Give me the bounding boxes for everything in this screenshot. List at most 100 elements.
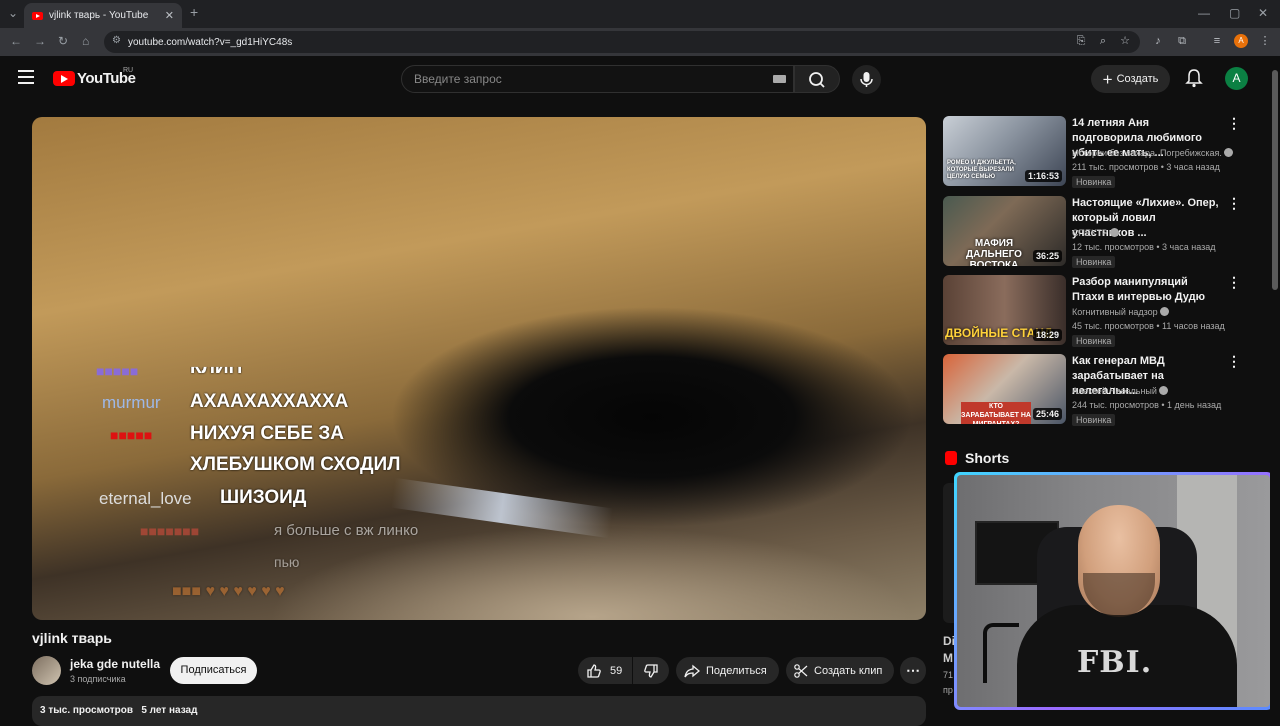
create-button[interactable]: + Создать: [1091, 65, 1170, 93]
video-thumbnail[interactable]: МАФИЯ ДАЛЬНЕГО ВОСТОКА 36:25: [943, 196, 1066, 266]
recommendation-meta: 45 тыс. просмотров • 11 часов назад: [1072, 321, 1225, 331]
thumbs-down-icon: [644, 663, 658, 678]
recommendation-item[interactable]: МАФИЯ ДАЛЬНЕГО ВОСТОКА 36:25 Настоящие «…: [943, 196, 1243, 268]
tab-title: vjlink тварь - YouTube: [49, 10, 149, 21]
shorts-peek-text: пр: [943, 685, 953, 695]
view-count: 3 тыс. просмотров: [40, 705, 133, 716]
site-info-icon[interactable]: ⚙: [112, 35, 121, 46]
reload-icon[interactable]: ↻: [58, 34, 68, 48]
light-streak: [390, 477, 614, 539]
recommendation-meta: 211 тыс. просмотров • 3 часа назад: [1072, 162, 1220, 172]
recommendation-item[interactable]: КТО ЗАРАБАТЫВАЕТ НА МИГРАНТАХ? 25:46 Как…: [943, 354, 1243, 426]
more-options-icon[interactable]: ⋮: [1227, 275, 1241, 289]
chat-message: НИХУЯ СЕБЕ ЗА: [190, 423, 344, 444]
close-window-icon[interactable]: ✕: [1258, 6, 1268, 20]
dislike-button[interactable]: [633, 657, 669, 684]
tab-search-icon[interactable]: ⌄: [8, 6, 18, 20]
new-badge: Новинка: [1072, 335, 1116, 347]
user-avatar[interactable]: A: [1225, 67, 1248, 90]
video-player[interactable]: ■■■■■ КЛИП murmur АХААХАХХАХХА ■■■■■ НИХ…: [32, 117, 926, 620]
create-label: Создать: [1116, 73, 1159, 85]
recommendation-title[interactable]: Разбор манипуляций Птахи в интервью Дудю: [1072, 275, 1220, 305]
chat-user: murmur: [102, 393, 161, 412]
keyboard-icon[interactable]: [773, 75, 786, 83]
verified-icon: [1159, 307, 1169, 316]
mic-ext-icon[interactable]: ♪: [1151, 34, 1165, 48]
video-duration: 18:29: [1032, 329, 1062, 341]
search-icon: [809, 72, 825, 88]
shorts-peek-text: 71: [943, 670, 954, 680]
more-options-icon[interactable]: ⋮: [1227, 116, 1241, 130]
thumbs-up-icon: [587, 663, 601, 678]
shirt-print: FBI.: [1077, 645, 1153, 680]
webcam-feed: FBI.: [957, 475, 1270, 707]
back-icon[interactable]: ←: [10, 34, 22, 48]
video-thumbnail[interactable]: РОМЕО И ДЖУЛЬЕТТА, КОТОРЫЕ ВЫРЕЗАЛИ ЦЕЛУ…: [943, 116, 1066, 186]
recommendation-meta: 244 тыс. просмотров • 1 день назад: [1072, 400, 1222, 410]
clip-label: Создать клип: [814, 664, 883, 677]
more-options-icon[interactable]: ⋮: [1227, 354, 1241, 368]
thumbnail-caption: РОМЕО И ДЖУЛЬЕТТА, КОТОРЫЕ ВЫРЕЗАЛИ ЦЕЛУ…: [947, 160, 1016, 180]
browser-tab[interactable]: vjlink тварь - YouTube ✕: [24, 3, 182, 28]
hamburger-menu-icon[interactable]: [18, 70, 34, 84]
shorts-peek-text: M: [943, 651, 953, 665]
shorts-title: Shorts: [965, 450, 1010, 466]
description-box[interactable]: 3 тыс. просмотров 5 лет назад: [32, 696, 926, 726]
notifications-bell-icon[interactable]: [1185, 68, 1203, 88]
clip-button[interactable]: Создать клип: [786, 657, 894, 684]
video-thumbnail[interactable]: КТО ЗАРАБАТЫВАЕТ НА МИГРАНТАХ? 25:46: [943, 354, 1066, 424]
video-title: vjlink тварь: [32, 630, 112, 646]
profile-icon[interactable]: A: [1234, 34, 1248, 48]
subscribe-button[interactable]: Подписаться: [170, 657, 257, 684]
shorts-header: Shorts: [945, 450, 1009, 466]
verified-icon: [1158, 386, 1168, 395]
verified-icon: [1109, 228, 1119, 237]
url-field[interactable]: ⚙ youtube.com/watch?v=_gd1HiYC48s: [104, 31, 1140, 53]
recommendation-channel: Алексей Навальный: [1072, 386, 1168, 396]
more-actions-icon[interactable]: ⋯: [900, 657, 926, 684]
like-count: 59: [610, 664, 623, 677]
recommendation-item[interactable]: ДВОЙНЫЕ СТАНД 18:29 Разбор манипуляций П…: [943, 275, 1243, 347]
youtube-favicon-icon: [32, 11, 43, 20]
maximize-icon[interactable]: ▢: [1229, 6, 1240, 20]
close-tab-icon[interactable]: ✕: [165, 9, 174, 22]
bookmark-star-icon[interactable]: ☆: [1118, 34, 1132, 48]
minimize-icon[interactable]: —: [1198, 6, 1210, 20]
voice-search-button[interactable]: [852, 65, 881, 94]
reading-list-icon[interactable]: ≡: [1210, 34, 1224, 48]
share-icon: [684, 664, 700, 677]
new-tab-button[interactable]: +: [190, 4, 198, 20]
thumbnail-caption: МАФИЯ ДАЛЬНЕГО ВОСТОКА: [966, 238, 1022, 266]
new-badge: Новинка: [1072, 414, 1116, 426]
home-icon[interactable]: ⌂: [82, 34, 89, 48]
chat-user: ■■■■■■■: [140, 523, 200, 539]
cast-icon[interactable]: ⎘: [1074, 34, 1088, 48]
chat-user: ■■■■■: [110, 427, 153, 443]
like-button[interactable]: 59: [578, 657, 632, 684]
scrollbar-thumb[interactable]: [1272, 70, 1278, 290]
scissors-icon: [794, 663, 808, 678]
chat-emotes: ■■■ ♥ ♥ ♥ ♥ ♥ ♥: [172, 583, 285, 600]
video-duration: 25:46: [1032, 408, 1062, 420]
search-button[interactable]: [794, 65, 840, 93]
recommendation-item[interactable]: РОМЕО И ДЖУЛЬЕТТА, КОТОРЫЕ ВЫРЕЗАЛИ ЦЕЛУ…: [943, 116, 1243, 188]
chat-message: я больше с вж линко: [274, 522, 419, 539]
video-duration: 36:25: [1032, 250, 1062, 262]
channel-name[interactable]: jeka gde nutella: [70, 657, 160, 671]
extensions-icon[interactable]: ⧉: [1175, 34, 1189, 48]
channel-avatar[interactable]: [32, 656, 61, 685]
search-input[interactable]: Введите запрос: [401, 65, 794, 93]
mic-arm: [983, 623, 1019, 683]
forward-icon[interactable]: →: [34, 34, 46, 48]
webcam-overlay: FBI.: [954, 472, 1273, 710]
share-button[interactable]: Поделиться: [676, 657, 779, 684]
zoom-icon[interactable]: ⌕: [1096, 34, 1110, 48]
youtube-logo[interactable]: YouTube RU: [53, 67, 136, 87]
subscriber-count: 3 подписчика: [70, 674, 126, 684]
microphone-icon: [860, 72, 873, 87]
chat-message: ШИЗОИД: [220, 487, 307, 508]
more-options-icon[interactable]: ⋮: [1227, 196, 1241, 210]
chrome-menu-icon[interactable]: ⋮: [1258, 34, 1272, 48]
verified-icon: [1223, 148, 1233, 157]
video-thumbnail[interactable]: ДВОЙНЫЕ СТАНД 18:29: [943, 275, 1066, 345]
